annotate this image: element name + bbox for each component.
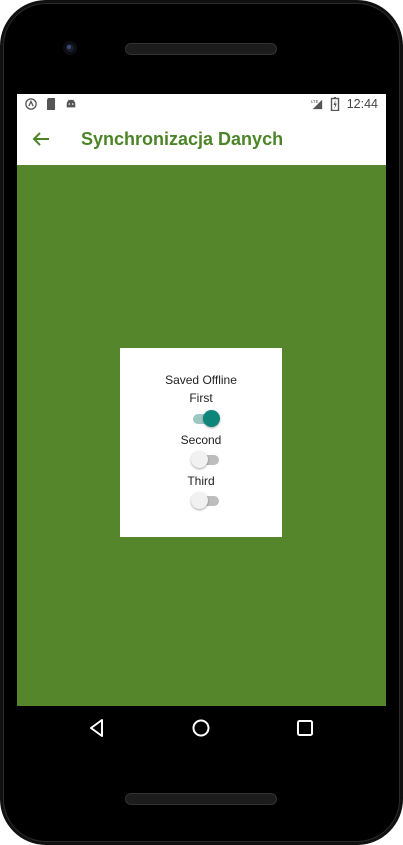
toggle-label-third: Third (187, 474, 215, 488)
battery-charging-icon (330, 97, 339, 111)
status-system: LTE 12:44 (311, 97, 378, 111)
svg-text:LTE: LTE (311, 99, 319, 104)
recents-square-icon[interactable] (294, 717, 316, 739)
app-bar: Synchronizacja Danych (17, 115, 386, 165)
phone-frame: LTE 12:44 Synchronizacja Danych Saved Of… (0, 0, 403, 845)
toggle-second[interactable] (191, 449, 220, 469)
switch-thumb (191, 451, 208, 468)
home-circle-icon[interactable] (190, 717, 212, 739)
front-camera (63, 41, 77, 55)
app-a-icon (25, 98, 37, 110)
offline-sync-card: Saved Offline First Second Third (120, 348, 282, 537)
toggle-label-second: Second (180, 433, 222, 447)
navigation-bar (17, 706, 386, 750)
status-bar: LTE 12:44 (17, 94, 386, 115)
screen: LTE 12:44 Synchronizacja Danych Saved Of… (17, 94, 386, 706)
page-title: Synchronizacja Danych (81, 129, 284, 149)
bottom-speaker (125, 793, 277, 805)
card-heading: Saved Offline (165, 373, 237, 387)
toggle-third[interactable] (191, 490, 220, 510)
switch-thumb (203, 410, 220, 427)
status-notifications (25, 97, 77, 111)
earpiece-speaker (125, 43, 277, 55)
arrow-left-icon[interactable] (29, 127, 53, 151)
android-icon (66, 99, 76, 108)
switch-thumb (191, 492, 208, 509)
toggle-label-first: First (189, 391, 213, 405)
back-triangle-icon[interactable] (86, 717, 108, 739)
toggle-first[interactable] (192, 408, 220, 428)
status-time: 12:44 (346, 97, 378, 111)
lte-signal-icon: LTE (311, 99, 322, 110)
sd-card-icon (47, 98, 55, 110)
